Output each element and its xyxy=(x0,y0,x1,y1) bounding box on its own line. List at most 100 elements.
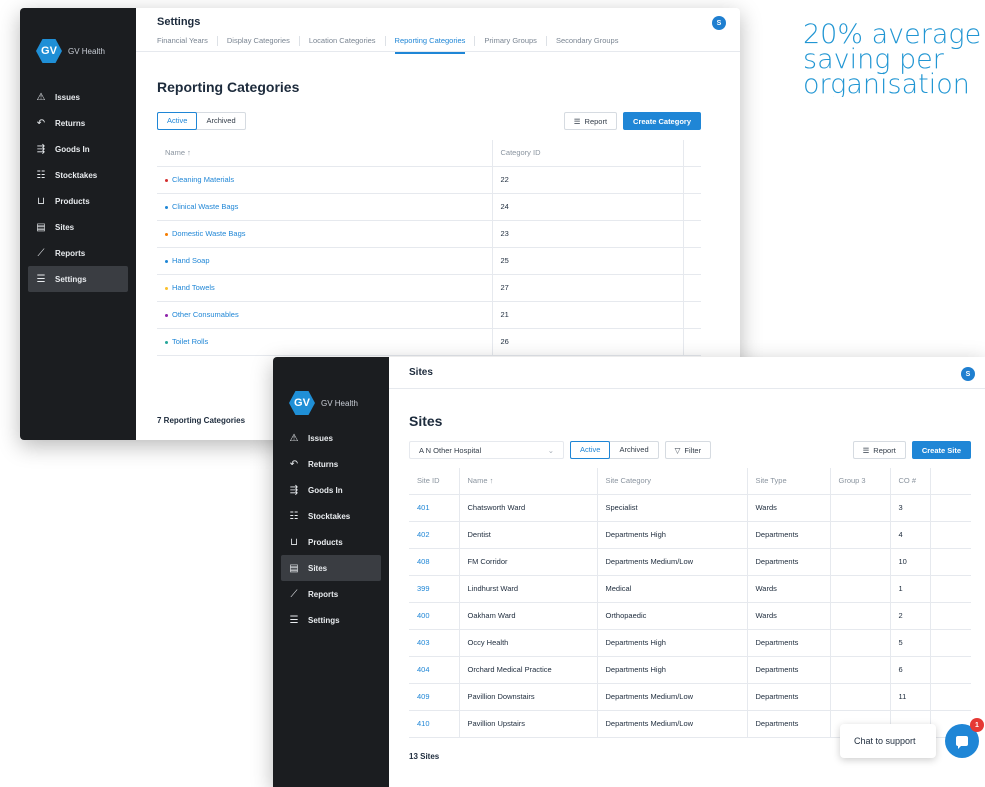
column-header-name[interactable]: Name ↑ xyxy=(459,468,598,495)
table-row[interactable]: 400 Oakham Ward Orthopaedic Wards 2 xyxy=(409,602,971,630)
table-row[interactable]: Toilet Rolls 26 xyxy=(157,328,701,356)
table-row[interactable]: 403 Occy Health Departments High Department… xyxy=(409,629,971,657)
archived-toggle[interactable]: Archived xyxy=(197,113,244,129)
table-row[interactable]: 404 Orchard Medical Practice Departments H… xyxy=(409,656,971,684)
table-row[interactable]: Clinical Waste Bags 24 xyxy=(157,193,701,221)
category-color-dot xyxy=(165,205,168,209)
row-spacer xyxy=(683,220,701,248)
tab-display-categories[interactable]: Display Categories xyxy=(218,36,300,46)
chat-to-support[interactable]: Chat to support xyxy=(840,724,936,758)
create-site-button[interactable]: Create Site xyxy=(911,441,971,459)
site-id-link[interactable]: 399 xyxy=(409,575,460,603)
avatar[interactable]: S xyxy=(961,367,975,381)
column-header-name[interactable]: Name ↑ xyxy=(157,140,493,167)
report-button-label: Report xyxy=(584,116,608,126)
sidebar-item-sites[interactable]: ▤ Sites xyxy=(281,555,381,581)
group-3-cell xyxy=(830,521,891,549)
table-row[interactable]: Hand Soap 25 xyxy=(157,247,701,275)
column-header-group-3[interactable]: Group 3 xyxy=(830,468,891,495)
table-row[interactable]: 402 Dentist Departments High Departments 4 xyxy=(409,521,971,549)
column-header-site-id[interactable]: Site ID xyxy=(409,468,460,495)
tab-secondary-groups[interactable]: Secondary Groups xyxy=(547,36,628,46)
page-title: Sites xyxy=(409,367,433,378)
site-id-link[interactable]: 409 xyxy=(409,683,460,711)
column-header-site-category[interactable]: Site Category xyxy=(597,468,748,495)
site-category-cell: Departments High xyxy=(597,521,748,549)
co-cell: 10 xyxy=(890,548,931,576)
active-toggle[interactable]: Active xyxy=(570,441,611,459)
brand[interactable]: GV GV Health xyxy=(20,8,136,72)
table-row[interactable]: 409 Pavillion Downstairs Departments Mediu… xyxy=(409,683,971,711)
filter-button[interactable]: ▽ Filter xyxy=(664,441,712,459)
site-id-link[interactable]: 410 xyxy=(409,710,460,738)
sidebar-item-products[interactable]: ⊔ Products xyxy=(28,188,128,214)
table-row[interactable]: Hand Towels 27 xyxy=(157,274,701,302)
tab-primary-groups[interactable]: Primary Groups xyxy=(475,36,547,46)
brand-name: GV Health xyxy=(321,398,358,408)
sidebar-item-stocktakes[interactable]: ☷ Stocktakes xyxy=(28,162,128,188)
sidebar-item-reports[interactable]: ⟋ Reports xyxy=(281,581,381,607)
sidebar-item-products[interactable]: ⊔ Products xyxy=(281,529,381,555)
active-toggle[interactable]: Active xyxy=(157,112,198,130)
sidebar-item-goods-in[interactable]: ⇶ Goods In xyxy=(281,477,381,503)
sites-window: GV GV Health ⚠ Issues ↶ Returns ⇶ Goods In ☷ St… xyxy=(273,357,985,787)
site-id-link[interactable]: 401 xyxy=(409,494,460,522)
tab-location-categories[interactable]: Location Categories xyxy=(300,36,386,46)
sidebar-item-settings[interactable]: ☰ Settings xyxy=(28,266,128,292)
sidebar-item-goods-in[interactable]: ⇶ Goods In xyxy=(28,136,128,162)
category-name-cell: Hand Soap xyxy=(157,247,493,275)
sidebar-item-issues[interactable]: ⚠ Issues xyxy=(281,425,381,451)
site-category-cell: Departments Medium/Low xyxy=(597,683,748,711)
category-name-cell: Clinical Waste Bags xyxy=(157,193,493,221)
site-id-link[interactable]: 403 xyxy=(409,629,460,657)
section-heading: Sites xyxy=(409,413,443,429)
reports-icon: ⟋ xyxy=(290,588,298,600)
site-id-link[interactable]: 404 xyxy=(409,656,460,684)
table-row[interactable]: 401 Chatsworth Ward Specialist Wards 3 xyxy=(409,494,971,522)
sidebar-item-returns[interactable]: ↶ Returns xyxy=(28,110,128,136)
site-category-cell: Orthopaedic xyxy=(597,602,748,630)
table-row[interactable]: 408 FM Corridor Departments Medium/Low Depa… xyxy=(409,548,971,576)
site-id-link[interactable]: 400 xyxy=(409,602,460,630)
sidebar-item-label: Issues xyxy=(308,433,333,443)
create-category-button[interactable]: Create Category xyxy=(623,112,701,130)
returns-icon: ↶ xyxy=(36,117,46,129)
category-name-link[interactable]: Toilet Rolls xyxy=(172,337,208,346)
tab-reporting-categories[interactable]: Reporting Categories xyxy=(386,36,476,54)
brand[interactable]: GV GV Health xyxy=(273,357,389,421)
category-name-cell: Other Consumables xyxy=(157,301,493,329)
tab-financial-years[interactable]: Financial Years xyxy=(157,36,218,46)
archived-toggle[interactable]: Archived xyxy=(610,442,657,458)
sidebar-item-returns[interactable]: ↶ Returns xyxy=(281,451,381,477)
category-name-link[interactable]: Clinical Waste Bags xyxy=(172,202,238,211)
column-header-category-id[interactable]: Category ID xyxy=(492,140,684,167)
report-button[interactable]: ☰ Report xyxy=(563,112,618,130)
sidebar-item-issues[interactable]: ⚠ Issues xyxy=(28,84,128,110)
sidebar-item-stocktakes[interactable]: ☷ Stocktakes xyxy=(281,503,381,529)
category-name-link[interactable]: Hand Soap xyxy=(172,256,210,265)
issues-icon: ⚠ xyxy=(289,432,299,444)
table-row[interactable]: Domestic Waste Bags 23 xyxy=(157,220,701,248)
category-name-link[interactable]: Domestic Waste Bags xyxy=(172,229,246,238)
returns-icon: ↶ xyxy=(289,458,299,470)
report-button[interactable]: ☰ Report xyxy=(852,441,906,459)
table-row[interactable]: Other Consumables 21 xyxy=(157,301,701,329)
table-row[interactable]: 399 Lindhurst Ward Medical Wards 1 xyxy=(409,575,971,603)
column-header-site-type[interactable]: Site Type xyxy=(747,468,831,495)
goods-in-icon: ⇶ xyxy=(36,143,46,155)
site-category-cell: Departments Medium/Low xyxy=(597,710,748,738)
site-category-cell: Medical xyxy=(597,575,748,603)
sidebar-item-settings[interactable]: ☰ Settings xyxy=(281,607,381,633)
site-id-link[interactable]: 402 xyxy=(409,521,460,549)
avatar[interactable]: S xyxy=(712,16,726,30)
sidebar-item-reports[interactable]: ⟋ Reports xyxy=(28,240,128,266)
sidebar-item-sites[interactable]: ▤ Sites xyxy=(28,214,128,240)
column-header-co[interactable]: CO # xyxy=(890,468,931,495)
row-spacer xyxy=(930,548,971,576)
table-row[interactable]: Cleaning Materials 22 xyxy=(157,166,701,194)
site-id-link[interactable]: 408 xyxy=(409,548,460,576)
category-name-link[interactable]: Other Consumables xyxy=(172,310,239,319)
category-name-link[interactable]: Hand Towels xyxy=(172,283,215,292)
site-select[interactable]: A N Other Hospital ⌄ xyxy=(409,441,564,459)
category-name-link[interactable]: Cleaning Materials xyxy=(172,175,234,184)
